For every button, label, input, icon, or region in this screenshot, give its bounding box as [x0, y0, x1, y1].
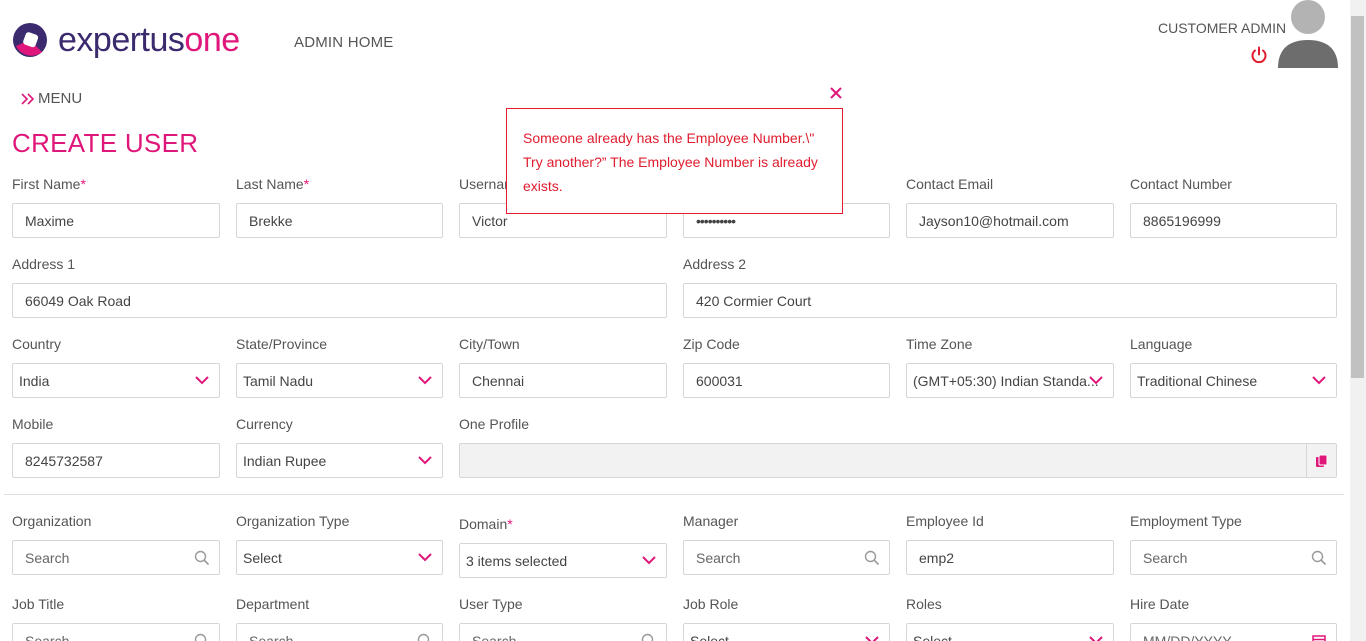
user-role-label: CUSTOMER ADMIN	[1158, 20, 1287, 36]
hire-date-input[interactable]: MM/DD/YYYY	[1130, 623, 1337, 641]
search-icon	[417, 633, 430, 641]
header: expertusone ADMIN HOME CUSTOMER ADMIN	[0, 0, 1350, 80]
contact-number-input[interactable]: 8865196999	[1130, 203, 1337, 238]
job-title-label: Job Title	[12, 596, 65, 612]
error-popup: Someone already has the Employee Number.…	[506, 108, 843, 214]
language-select[interactable]: Traditional Chinese	[1130, 363, 1337, 398]
job-role-label: Job Role	[683, 596, 739, 612]
employee-id-label: Employee Id	[906, 513, 984, 529]
chevron-down-icon	[418, 456, 432, 465]
close-icon[interactable]	[829, 86, 843, 100]
chevron-down-icon	[1312, 376, 1326, 385]
last-name-input[interactable]: Brekke	[236, 203, 443, 238]
department-search[interactable]: Search	[236, 623, 443, 641]
city-label: City/Town	[459, 336, 520, 352]
mobile-input[interactable]: 8245732587	[12, 443, 220, 478]
organization-search[interactable]: Search	[12, 540, 220, 575]
one-profile-label: One Profile	[459, 416, 530, 432]
timezone-select[interactable]: (GMT+05:30) Indian Standa...	[906, 363, 1114, 398]
org-type-label: Organization Type	[236, 513, 350, 529]
country-select[interactable]: India	[12, 363, 220, 398]
zip-input[interactable]: 600031	[683, 363, 890, 398]
city-input[interactable]: Chennai	[459, 363, 667, 398]
domain-select[interactable]: 3 items selected	[459, 543, 667, 578]
first-name-input[interactable]: Maxime	[12, 203, 220, 238]
calendar-icon[interactable]	[1311, 633, 1327, 641]
hire-date-label: Hire Date	[1130, 596, 1190, 612]
page-title: CREATE USER	[12, 128, 199, 158]
manager-label: Manager	[683, 513, 739, 529]
menu-toggle[interactable]: MENU	[20, 90, 82, 107]
domain-label: Domain*	[459, 516, 513, 532]
search-icon	[864, 550, 880, 566]
job-title-search[interactable]: Search	[12, 623, 220, 641]
user-type-label: User Type	[459, 596, 523, 612]
scrollbar-thumb[interactable]	[1351, 16, 1364, 378]
avatar-icon[interactable]	[1276, 0, 1340, 68]
chevron-down-icon	[418, 553, 432, 562]
manager-search[interactable]: Search	[683, 540, 890, 575]
power-icon[interactable]	[1250, 46, 1268, 64]
timezone-label: Time Zone	[906, 336, 973, 352]
chevron-down-icon	[418, 376, 432, 385]
address1-input[interactable]: 66049 Oak Road	[12, 283, 667, 318]
roles-label: Roles	[906, 596, 942, 612]
contact-email-input[interactable]: Jayson10@hotmail.com	[906, 203, 1114, 238]
contact-email-label: Contact Email	[906, 176, 994, 192]
state-select[interactable]: Tamil Nadu	[236, 363, 443, 398]
chevron-down-icon	[195, 376, 209, 385]
copy-icon	[1315, 454, 1327, 467]
chevron-down-icon	[642, 556, 656, 565]
first-name-label: First Name*	[12, 176, 86, 192]
currency-select[interactable]: Indian Rupee	[236, 443, 443, 478]
employee-id-input[interactable]: emp2	[906, 540, 1114, 575]
org-type-select[interactable]: Select	[236, 540, 443, 575]
country-label: Country	[12, 336, 62, 352]
department-label: Department	[236, 596, 310, 612]
chevron-down-icon	[1089, 376, 1103, 385]
logo-text: expertusone	[58, 21, 240, 59]
roles-select[interactable]: Select	[906, 623, 1114, 641]
admin-home-link[interactable]: ADMIN HOME	[294, 34, 394, 51]
address2-label: Address 2	[683, 256, 747, 272]
search-icon	[194, 633, 207, 641]
double-chevron-right-icon	[21, 92, 35, 105]
mobile-label: Mobile	[12, 416, 54, 432]
one-profile-input[interactable]	[459, 443, 1337, 478]
address2-input[interactable]: 420 Cormier Court	[683, 283, 1337, 318]
organization-label: Organization	[12, 513, 92, 529]
contact-number-label: Contact Number	[1130, 176, 1232, 192]
search-icon	[641, 633, 654, 641]
language-label: Language	[1130, 336, 1193, 352]
chevron-down-icon	[865, 636, 879, 641]
section-divider	[4, 494, 1344, 495]
logo-mark-icon	[13, 23, 47, 57]
chevron-down-icon	[1089, 636, 1103, 641]
state-label: State/Province	[236, 336, 328, 352]
employment-type-label: Employment Type	[1130, 513, 1242, 529]
logo[interactable]: expertusone	[12, 22, 240, 58]
error-message: Someone already has the Employee Number.…	[523, 130, 818, 194]
search-icon	[1311, 550, 1327, 566]
job-role-select[interactable]: Select	[683, 623, 890, 641]
copy-button[interactable]	[1306, 444, 1336, 477]
menu-label: MENU	[38, 90, 83, 107]
zip-label: Zip Code	[683, 336, 740, 352]
user-type-search[interactable]: Search	[459, 623, 667, 641]
currency-label: Currency	[236, 416, 293, 432]
last-name-label: Last Name*	[236, 176, 310, 192]
search-icon	[194, 550, 210, 566]
address1-label: Address 1	[12, 256, 76, 272]
employment-type-search[interactable]: Search	[1130, 540, 1337, 575]
